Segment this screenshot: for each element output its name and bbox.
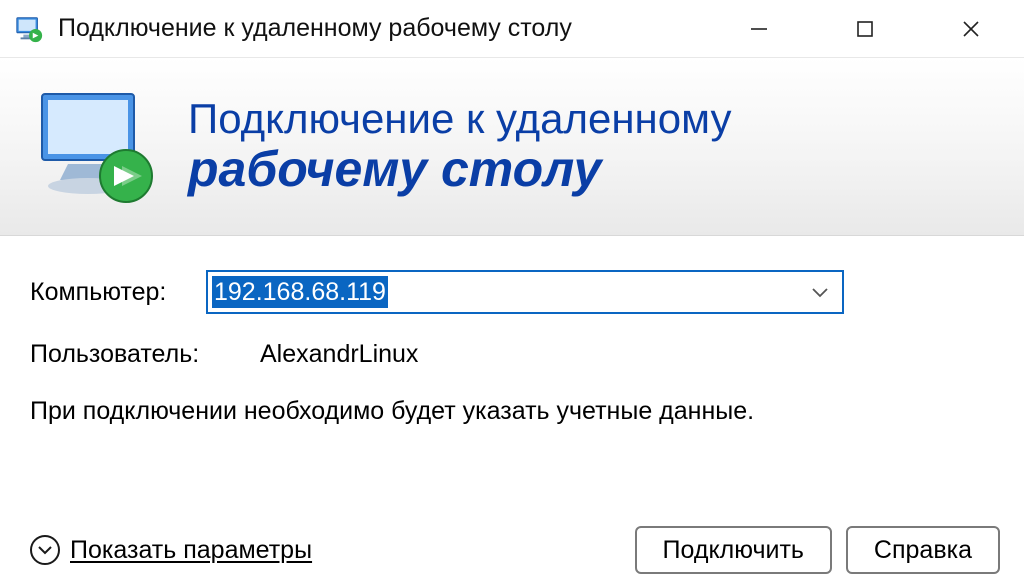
rdp-icon — [14, 14, 44, 44]
computer-combobox[interactable]: 192.168.68.119 — [206, 270, 844, 314]
rdp-banner-icon — [30, 82, 160, 212]
window-controls — [706, 0, 1024, 57]
banner-line1: Подключение к удаленному — [188, 96, 731, 142]
banner: Подключение к удаленному рабочему столу — [0, 58, 1024, 236]
chevron-down-icon[interactable] — [806, 285, 834, 299]
user-row: Пользователь: AlexandrLinux — [30, 340, 994, 369]
computer-row: Компьютер: 192.168.68.119 — [30, 270, 994, 314]
chevron-down-circle-icon — [30, 535, 60, 565]
footer: Показать параметры Подключить Справка — [0, 513, 1024, 587]
computer-label: Компьютер: — [30, 278, 206, 307]
close-button[interactable] — [918, 0, 1024, 57]
connect-button[interactable]: Подключить — [635, 526, 832, 574]
show-options-toggle[interactable]: Показать параметры — [30, 535, 312, 565]
user-value: AlexandrLinux — [260, 340, 418, 369]
minimize-button[interactable] — [706, 0, 812, 57]
banner-line2: рабочему столу — [188, 142, 731, 197]
credentials-hint: При подключении необходимо будет указать… — [30, 395, 810, 429]
window-title: Подключение к удаленному рабочему столу — [58, 14, 706, 43]
connect-button-label: Подключить — [663, 536, 804, 565]
body: Компьютер: 192.168.68.119 Пользователь: … — [0, 236, 1024, 429]
maximize-button[interactable] — [812, 0, 918, 57]
help-button-label: Справка — [874, 536, 972, 565]
show-options-label: Показать параметры — [70, 536, 312, 565]
help-button[interactable]: Справка — [846, 526, 1000, 574]
computer-value: 192.168.68.119 — [212, 276, 388, 308]
banner-text: Подключение к удаленному рабочему столу — [188, 96, 731, 197]
user-label: Пользователь: — [30, 340, 206, 369]
titlebar: Подключение к удаленному рабочему столу — [0, 0, 1024, 58]
